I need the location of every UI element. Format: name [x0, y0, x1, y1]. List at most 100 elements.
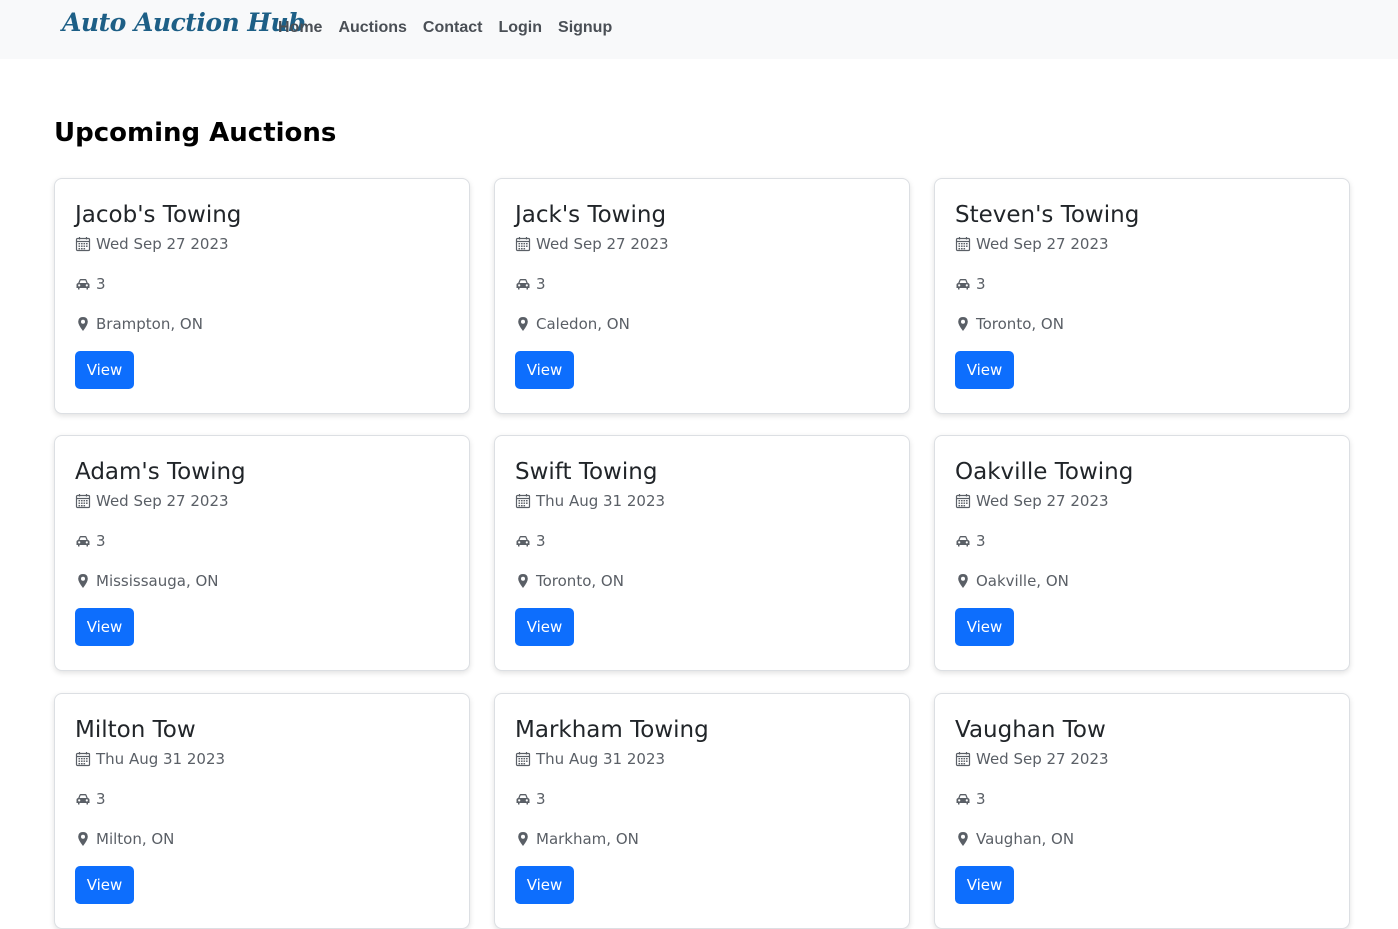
- calendar-icon: [955, 751, 971, 767]
- view-auction-button[interactable]: View: [955, 351, 1014, 389]
- calendar-icon: [515, 236, 531, 252]
- auction-card: Markham Towing Thu Aug 31 2023 3 Markham, O…: [494, 693, 910, 929]
- auction-date: Wed Sep 27 2023: [976, 492, 1109, 510]
- auction-card: Vaughan Tow Wed Sep 27 2023 3 Vaughan, ON Vi…: [934, 693, 1350, 929]
- car-icon: [75, 276, 91, 292]
- auction-date: Thu Aug 31 2023: [96, 750, 226, 768]
- map-pin-icon: [515, 316, 531, 332]
- auction-title: Jacob's Towing: [75, 202, 242, 228]
- auction-title: Steven's Towing: [955, 202, 1140, 228]
- calendar-icon: [955, 493, 971, 509]
- auction-vehicle-count-row: 3: [955, 788, 1329, 810]
- auction-location-row: Vaughan, ON: [955, 828, 1329, 850]
- nav-contact[interactable]: Contact: [423, 18, 483, 38]
- auction-date-row: Wed Sep 27 2023: [75, 233, 449, 255]
- auction-date-row: Wed Sep 27 2023: [75, 490, 449, 512]
- calendar-icon: [515, 751, 531, 767]
- auction-location: Vaughan, ON: [976, 830, 1075, 848]
- auction-date-row: Thu Aug 31 2023: [75, 748, 449, 770]
- nav-auctions[interactable]: Auctions: [338, 18, 406, 38]
- map-pin-icon: [515, 831, 531, 847]
- auction-date: Wed Sep 27 2023: [976, 235, 1109, 253]
- auction-date-row: Wed Sep 27 2023: [955, 490, 1329, 512]
- auction-card: Steven's Towing Wed Sep 27 2023 3 Toronto, …: [934, 178, 1350, 414]
- auction-date-row: Wed Sep 27 2023: [955, 233, 1329, 255]
- map-pin-icon: [955, 831, 971, 847]
- auction-title: Milton Tow: [75, 717, 196, 743]
- car-icon: [75, 533, 91, 549]
- nav-login[interactable]: Login: [498, 18, 542, 38]
- auction-vehicle-count-row: 3: [955, 273, 1329, 295]
- map-pin-icon: [515, 573, 531, 589]
- view-auction-button[interactable]: View: [955, 608, 1014, 646]
- auction-location-row: Toronto, ON: [515, 570, 889, 592]
- auction-title: Swift Towing: [515, 459, 658, 485]
- view-auction-button[interactable]: View: [955, 866, 1014, 904]
- auction-location-row: Oakville, ON: [955, 570, 1329, 592]
- map-pin-icon: [955, 316, 971, 332]
- auction-location: Toronto, ON: [536, 572, 624, 590]
- navbar: Auto Auction Hub Home Auctions Contact L…: [0, 0, 1398, 59]
- view-auction-button[interactable]: View: [515, 608, 574, 646]
- auction-title: Adam's Towing: [75, 459, 246, 485]
- auction-vehicle-count-row: 3: [75, 788, 449, 810]
- auction-location-row: Milton, ON: [75, 828, 449, 850]
- auction-date-row: Wed Sep 27 2023: [515, 233, 889, 255]
- view-auction-button[interactable]: View: [75, 866, 134, 904]
- auction-location: Brampton, ON: [96, 315, 203, 333]
- auction-title: Jack's Towing: [515, 202, 667, 228]
- view-auction-button[interactable]: View: [75, 351, 134, 389]
- calendar-icon: [75, 493, 91, 509]
- auction-vehicle-count: 3: [96, 532, 106, 550]
- auction-date: Thu Aug 31 2023: [536, 750, 666, 768]
- auction-date: Wed Sep 27 2023: [536, 235, 669, 253]
- auction-date: Wed Sep 27 2023: [976, 750, 1109, 768]
- auction-location: Caledon, ON: [536, 315, 630, 333]
- car-icon: [75, 791, 91, 807]
- auction-vehicle-count-row: 3: [75, 273, 449, 295]
- auction-card: Oakville Towing Wed Sep 27 2023 3 Oakville,…: [934, 435, 1350, 671]
- calendar-icon: [955, 236, 971, 252]
- map-pin-icon: [75, 316, 91, 332]
- auction-date: Wed Sep 27 2023: [96, 492, 229, 510]
- auction-card: Jacob's Towing Wed Sep 27 2023 3 Brampton, …: [54, 178, 470, 414]
- map-pin-icon: [955, 573, 971, 589]
- auction-card: Swift Towing Thu Aug 31 2023 3 Toronto, ON V…: [494, 435, 910, 671]
- auction-location-row: Caledon, ON: [515, 313, 889, 335]
- brand-logo[interactable]: Auto Auction Hub: [62, 8, 306, 37]
- auction-location-row: Markham, ON: [515, 828, 889, 850]
- car-icon: [955, 791, 971, 807]
- auction-date: Wed Sep 27 2023: [96, 235, 229, 253]
- auction-location-row: Toronto, ON: [955, 313, 1329, 335]
- view-auction-button[interactable]: View: [515, 866, 574, 904]
- auction-title: Oakville Towing: [955, 459, 1134, 485]
- auction-location-row: Mississauga, ON: [75, 570, 449, 592]
- car-icon: [515, 791, 531, 807]
- auction-location: Milton, ON: [96, 830, 175, 848]
- car-icon: [515, 533, 531, 549]
- auction-vehicle-count-row: 3: [515, 273, 889, 295]
- car-icon: [955, 533, 971, 549]
- auction-vehicle-count-row: 3: [515, 788, 889, 810]
- auction-date-row: Thu Aug 31 2023: [515, 748, 889, 770]
- auction-date-row: Thu Aug 31 2023: [515, 490, 889, 512]
- nav-signup[interactable]: Signup: [558, 18, 612, 38]
- auction-vehicle-count: 3: [96, 275, 106, 293]
- auction-date-row: Wed Sep 27 2023: [955, 748, 1329, 770]
- auction-vehicle-count: 3: [976, 532, 986, 550]
- auction-card: Jack's Towing Wed Sep 27 2023 3 Caledon, ON…: [494, 178, 910, 414]
- auction-vehicle-count-row: 3: [75, 530, 449, 552]
- page-title: Upcoming Auctions: [54, 118, 337, 148]
- auction-vehicle-count: 3: [536, 790, 546, 808]
- map-pin-icon: [75, 831, 91, 847]
- auction-location-row: Brampton, ON: [75, 313, 449, 335]
- view-auction-button[interactable]: View: [75, 608, 134, 646]
- auction-location: Mississauga, ON: [96, 572, 219, 590]
- car-icon: [955, 276, 971, 292]
- auction-location: Markham, ON: [536, 830, 639, 848]
- auction-vehicle-count-row: 3: [955, 530, 1329, 552]
- nav-home[interactable]: Home: [278, 18, 322, 38]
- view-auction-button[interactable]: View: [515, 351, 574, 389]
- auction-date: Thu Aug 31 2023: [536, 492, 666, 510]
- calendar-icon: [75, 236, 91, 252]
